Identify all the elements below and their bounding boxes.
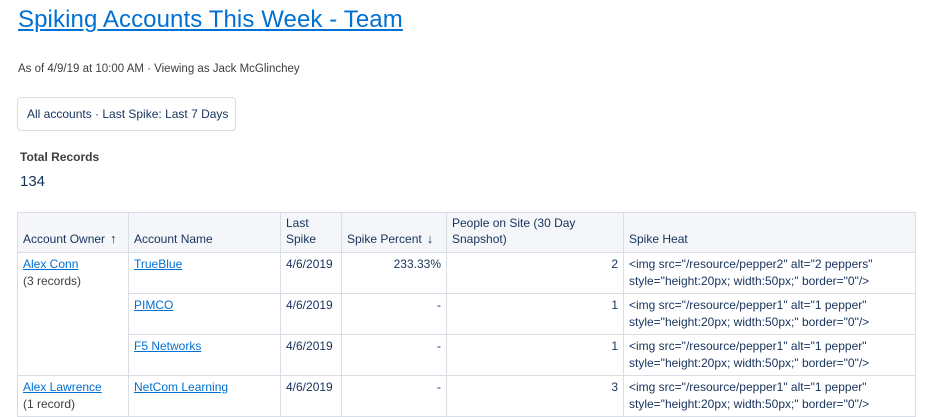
column-header-label: Last Spike [286,216,317,246]
column-header-label: Account Name [134,232,213,246]
spike-percent-cell: - [341,375,447,417]
account-name-cell: F5 Networks [128,334,281,376]
spike-heat-cell: <img src="/resource/pepper1" alt="1 pepp… [623,293,916,335]
account-link[interactable]: F5 Networks [134,339,201,353]
spike-heat-cell: <img src="/resource/pepper1" alt="1 pepp… [623,375,916,417]
column-header-label: People on Site (30 Day Snapshot) [452,216,576,246]
people-on-site-cell: 1 [446,334,624,376]
owner-group-cell: Alex Conn (3 records) [17,252,129,376]
column-header-people-on-site[interactable]: People on Site (30 Day Snapshot) [446,212,624,253]
table-row: F5 Networks 4/6/2019 - 1 <img src="/reso… [18,334,916,376]
table-row: Alex Lawrence (1 record) NetCom Learning… [17,375,916,417]
report-title-link[interactable]: Spiking Accounts This Week - Team [18,6,403,34]
spike-heat-cell: <img src="/resource/pepper2" alt="2 pepp… [623,252,916,294]
sort-descending-icon: ↓ [426,231,434,246]
account-name-cell: TrueBlue [128,252,281,294]
column-header-label: Account Owner [23,232,106,246]
total-records-label: Total Records [20,150,100,164]
spike-heat-cell: <img src="/resource/pepper1" alt="1 pepp… [623,334,916,376]
owner-record-count: (3 records) [23,274,82,288]
owner-link[interactable]: Alex Conn [23,257,78,271]
last-spike-cell: 4/6/2019 [280,252,342,294]
filter-summary-text: All accounts · Last Spike: Last 7 Days [27,107,229,121]
account-link[interactable]: TrueBlue [134,257,182,271]
column-header-account-owner[interactable]: Account Owner ↑ [17,212,129,253]
last-spike-cell: 4/6/2019 [280,375,342,417]
report-subtitle: As of 4/9/19 at 10:00 AM · Viewing as Ja… [18,63,300,75]
column-header-account-name[interactable]: Account Name [128,212,281,253]
owner-group-cell: Alex Lawrence (1 record) [17,375,129,417]
table-header-row: Account Owner ↑ Account Name Last Spike S… [17,212,916,253]
spike-percent-cell: - [341,334,447,376]
table-row: Alex Conn (3 records) TrueBlue 4/6/2019 … [17,252,916,376]
owner-link[interactable]: Alex Lawrence [23,380,102,394]
people-on-site-cell: 1 [446,293,624,335]
last-spike-cell: 4/6/2019 [280,334,342,376]
last-spike-cell: 4/6/2019 [280,293,342,335]
table-row: PIMCO 4/6/2019 - 1 <img src="/resource/p… [18,293,916,335]
column-header-label: Spike Percent [347,232,422,246]
column-header-spike-heat[interactable]: Spike Heat [623,212,916,253]
total-records-value: 134 [20,173,46,190]
spike-percent-cell: - [341,293,447,335]
account-link[interactable]: PIMCO [134,298,173,312]
people-on-site-cell: 2 [446,252,624,294]
account-name-cell: NetCom Learning [128,375,281,417]
report-table: Account Owner ↑ Account Name Last Spike S… [17,212,916,417]
column-header-label: Spike Heat [629,232,688,246]
spike-percent-cell: 233.33% [341,252,447,294]
account-name-cell: PIMCO [128,293,281,335]
column-header-last-spike[interactable]: Last Spike [280,212,342,253]
account-link[interactable]: NetCom Learning [134,380,228,394]
people-on-site-cell: 3 [446,375,624,417]
filter-summary-box[interactable]: All accounts · Last Spike: Last 7 Days [17,97,236,131]
sort-ascending-icon: ↑ [110,231,117,246]
column-header-spike-percent[interactable]: Spike Percent ↓ [341,212,447,253]
